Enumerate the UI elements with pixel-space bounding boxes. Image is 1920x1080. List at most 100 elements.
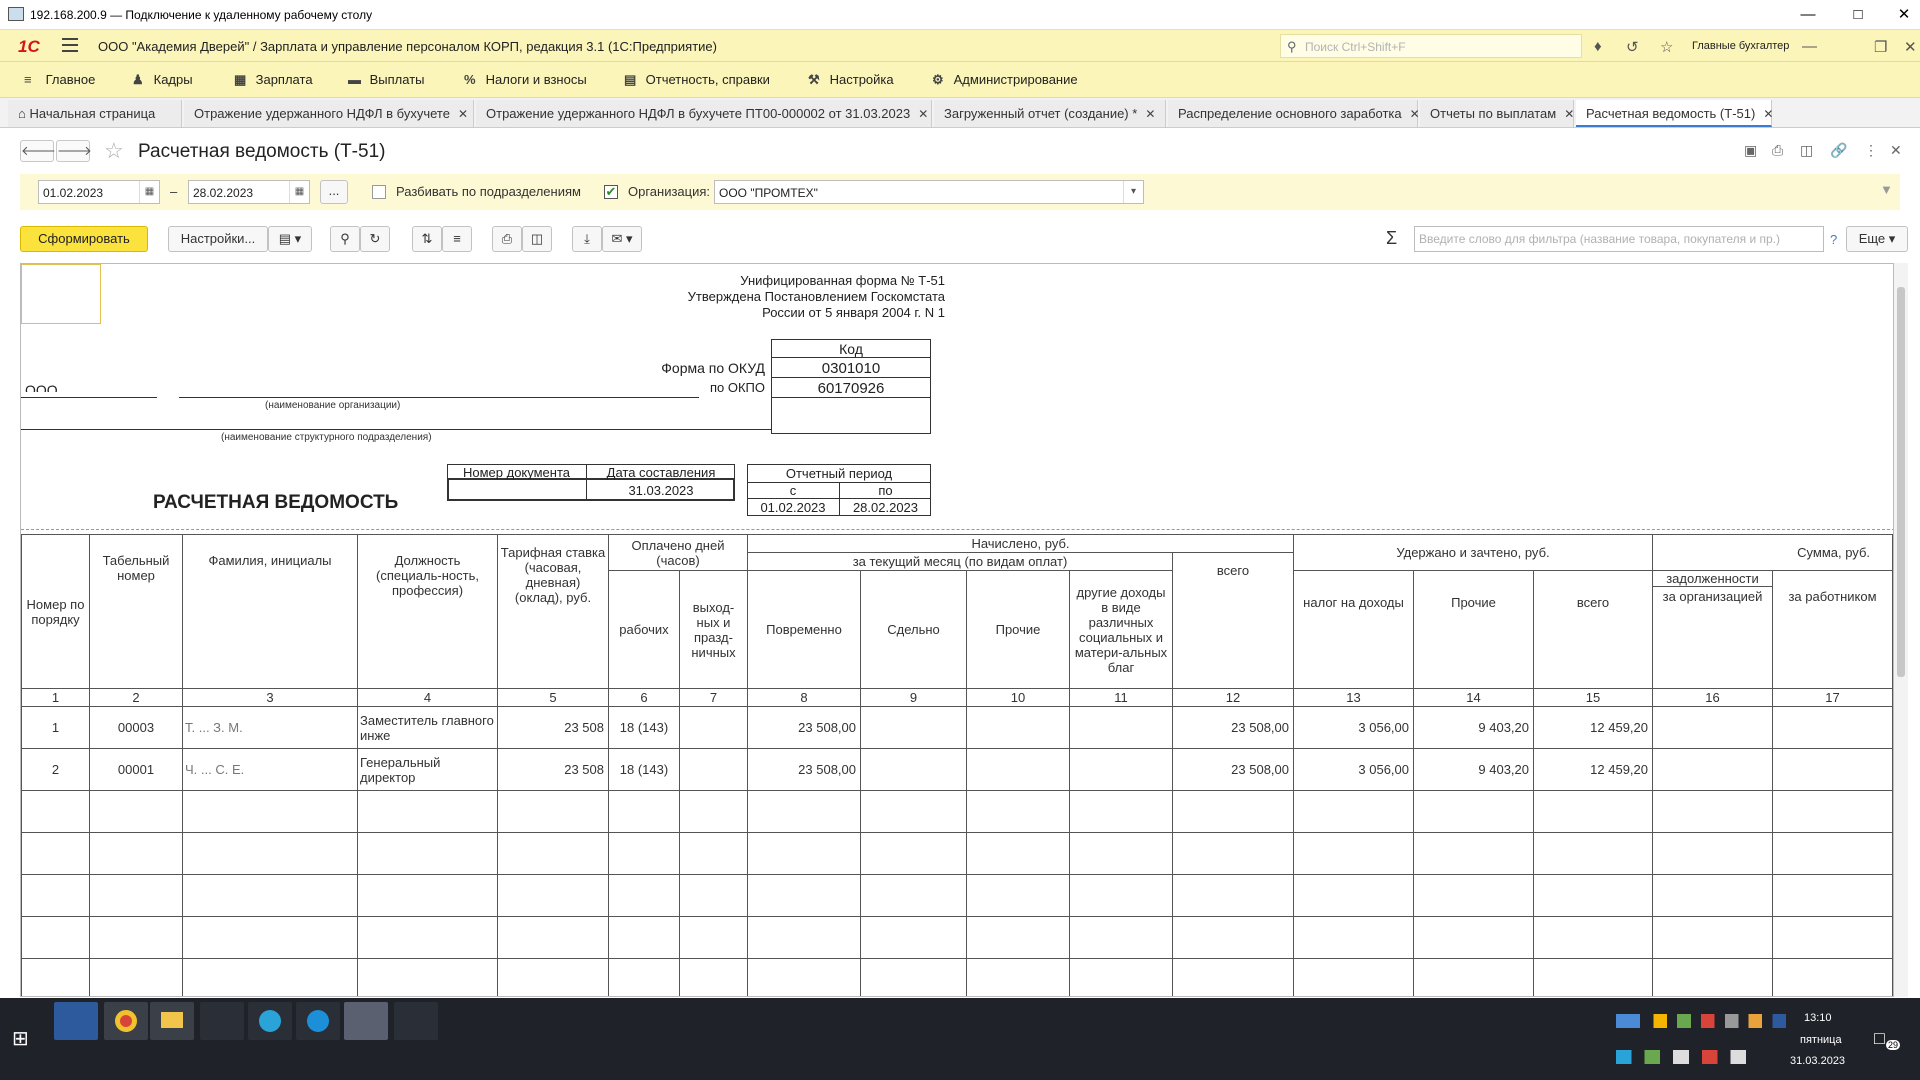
telegram-icon[interactable] xyxy=(248,1002,292,1040)
period-label: Отчетный период xyxy=(785,466,893,481)
calendar-icon[interactable]: ▦ xyxy=(139,181,159,203)
save-icon[interactable]: ▣ xyxy=(1744,142,1757,159)
tab-t51[interactable]: Расчетная ведомость (Т-51) ✕ xyxy=(1576,100,1773,127)
dropdown-arrow-icon[interactable]: ▾ xyxy=(1123,181,1143,203)
date-to-input[interactable]: 28.02.2023 ▦ xyxy=(188,180,310,204)
close-window-button[interactable]: ✕ xyxy=(1884,4,1920,26)
tab-ndfl-doc[interactable]: Отражение удержанного НДФЛ в бухучете ПТ… xyxy=(476,100,932,127)
period-to: 28.02.2023 xyxy=(852,500,919,515)
gear-icon: ⚙ xyxy=(932,72,944,87)
close-form-icon[interactable]: ✕ xyxy=(1890,142,1902,159)
tab-distribution[interactable]: Распределение основного заработка ✕ xyxy=(1168,100,1420,127)
section-admin[interactable]: ⚙ Администрирование xyxy=(932,72,1078,88)
hamburger-menu-icon[interactable] xyxy=(62,38,78,52)
close-tab-icon[interactable]: ✕ xyxy=(1145,107,1155,121)
section-settings[interactable]: ⚒ Настройка xyxy=(808,72,894,88)
back-button[interactable]: 🡐 xyxy=(20,140,56,162)
org-label: Организация: xyxy=(628,184,711,199)
minimize-button[interactable]: — xyxy=(1788,4,1828,26)
app-icon[interactable] xyxy=(200,1002,244,1040)
more-vertical-icon[interactable]: ⋮ xyxy=(1864,142,1878,159)
outlook-icon[interactable] xyxy=(54,1002,98,1040)
tab-loaded-report[interactable]: Загруженный отчет (создание) * ✕ xyxy=(934,100,1166,127)
export-icon[interactable]: ⤓ xyxy=(572,226,602,252)
header-rate: Тарифная ставка (часовая, дневная) (окла… xyxy=(497,534,609,689)
table-row[interactable]: 2 00001 Ч. ... С. Е. Генеральный директо… xyxy=(21,748,1893,791)
calendar-icon[interactable]: ▦ xyxy=(289,181,309,203)
close-tab-icon[interactable]: ✕ xyxy=(918,107,928,121)
section-main[interactable]: ≡ Главное xyxy=(24,72,95,87)
section-taxes[interactable]: % Налоги и взносы xyxy=(464,72,587,87)
search-icon: ⚲ xyxy=(1287,39,1297,54)
close-app-icon[interactable]: ✕ xyxy=(1904,38,1917,56)
chrome-icon[interactable] xyxy=(104,1002,148,1040)
skype-icon[interactable] xyxy=(296,1002,340,1040)
section-payments[interactable]: ▬ Выплаты xyxy=(348,72,425,87)
favorites-star-icon[interactable]: ☆ xyxy=(1660,38,1673,56)
tab-home[interactable]: ⌂ Начальная страница xyxy=(8,100,182,127)
section-salary[interactable]: ▦ Зарплата xyxy=(234,72,313,88)
favorite-star-icon[interactable]: ☆ xyxy=(104,138,124,164)
filter-icon[interactable]: ▼ xyxy=(1880,182,1893,197)
close-tab-icon[interactable]: ✕ xyxy=(458,107,468,121)
tab-payment-reports[interactable]: Отчеты по выплатам ✕ xyxy=(1420,100,1574,127)
close-tab-icon[interactable]: ✕ xyxy=(1410,107,1420,121)
table-row[interactable]: 1 00003 Т. ... З. М. Заместитель главног… xyxy=(21,706,1893,749)
clock-time[interactable]: 13:10 xyxy=(1804,1012,1832,1024)
settings-button[interactable]: Настройки... xyxy=(168,226,268,252)
sort-icon[interactable]: ⇅ xyxy=(412,226,442,252)
user-name[interactable]: Главные бухгалтер xyxy=(1692,40,1789,52)
email-icon[interactable]: ✉ ▾ xyxy=(602,226,642,252)
explorer-icon[interactable] xyxy=(150,1002,194,1040)
split-by-dept-checkbox[interactable] xyxy=(372,185,386,199)
minimize-app-icon[interactable]: — xyxy=(1802,38,1817,55)
tray-icons-row2[interactable] xyxy=(1616,1050,1746,1064)
header-paid: Оплачено дней (часов) xyxy=(608,534,748,571)
paint-icon[interactable] xyxy=(394,1002,438,1040)
preview-icon[interactable]: ◫ xyxy=(1800,142,1813,159)
variants-dropdown-icon[interactable]: ▤ ▾ xyxy=(268,226,312,252)
report-icon: ▤ xyxy=(624,72,637,87)
sections-bar: ≡ Главное ♟ Кадры ▦ Зарплата ▬ Выплаты %… xyxy=(0,62,1920,98)
period-select-button[interactable]: ... xyxy=(320,180,348,204)
print-preview-icon[interactable]: ◫ xyxy=(522,226,552,252)
section-hr[interactable]: ♟ Кадры xyxy=(132,72,193,88)
notifications-icon[interactable]: □ xyxy=(1874,1028,1885,1049)
help-icon[interactable]: ? xyxy=(1830,232,1837,247)
windows-start-icon[interactable]: ⊞ xyxy=(12,1026,34,1050)
org-select[interactable]: ООО "ПРОМТЕХ" ▾ xyxy=(714,180,1144,204)
generate-button[interactable]: Сформировать xyxy=(20,226,148,252)
print-icon[interactable]: ⎙ xyxy=(1772,142,1783,159)
bell-icon[interactable]: ♦ xyxy=(1594,38,1602,55)
header-w-other: Прочие xyxy=(1413,570,1534,689)
selected-cell[interactable] xyxy=(21,264,101,324)
header-by-emp: за работником xyxy=(1772,570,1893,689)
org-checkbox[interactable]: ✔ xyxy=(604,185,618,199)
link-icon[interactable]: 🔗 xyxy=(1830,142,1847,159)
header-other-income: другие доходы в виде различных социальны… xyxy=(1069,570,1173,689)
find-next-icon[interactable]: ↻ xyxy=(360,226,390,252)
print-button-icon[interactable]: ⎙ xyxy=(492,226,522,252)
close-tab-icon[interactable]: ✕ xyxy=(1564,107,1574,121)
find-icon[interactable]: ⚲ xyxy=(330,226,360,252)
tab-ndfl[interactable]: Отражение удержанного НДФЛ в бухучете ✕ xyxy=(184,100,474,127)
global-search-input[interactable]: ⚲ Поиск Ctrl+Shift+F xyxy=(1280,34,1582,58)
forward-button[interactable]: 🡒 xyxy=(56,140,92,162)
tray-icons-row1[interactable] xyxy=(1616,1014,1786,1028)
section-reports[interactable]: ▤ Отчетность, справки xyxy=(624,72,770,88)
restore-app-icon[interactable]: ❐ xyxy=(1874,38,1887,56)
header-sum: Сумма, руб. xyxy=(1652,534,1893,571)
rdp-taskbar-icon[interactable] xyxy=(344,1002,388,1040)
scrollbar-thumb[interactable] xyxy=(1897,287,1905,677)
report-document: Унифицированная форма № Т-51 Утверждена … xyxy=(20,263,1894,997)
sum-icon[interactable]: Σ xyxy=(1386,228,1397,249)
vertical-scrollbar[interactable] xyxy=(1894,263,1908,997)
history-icon[interactable]: ↺ xyxy=(1626,38,1639,56)
maximize-button[interactable]: □ xyxy=(1838,4,1878,26)
group-icon[interactable]: ≡ xyxy=(442,226,472,252)
filter-input[interactable]: Введите слово для фильтра (название това… xyxy=(1414,226,1824,252)
report-title: РАСЧЕТНАЯ ВЕДОМОСТЬ xyxy=(153,492,399,513)
date-from-input[interactable]: 01.02.2023 ▦ xyxy=(38,180,160,204)
more-button[interactable]: Еще ▾ xyxy=(1846,226,1908,252)
close-tab-icon[interactable]: ✕ xyxy=(1763,107,1773,121)
